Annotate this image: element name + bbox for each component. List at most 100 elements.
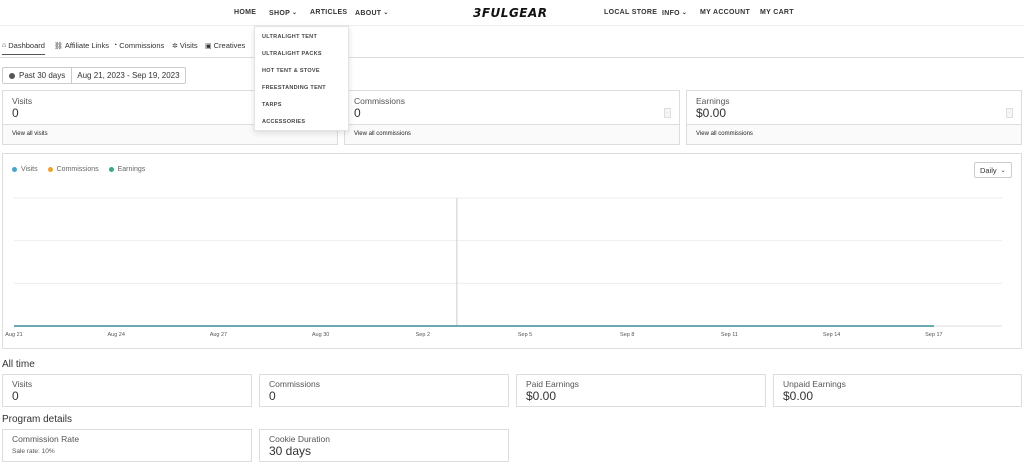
shop-menu-item[interactable]: TARPS: [262, 102, 282, 108]
shop-menu-item[interactable]: ULTRALIGHT TENT: [262, 34, 317, 40]
tab-dashboard[interactable]: ⌂ Dashboard: [2, 41, 45, 55]
nav-home[interactable]: HOME: [234, 9, 256, 16]
home-icon: ⌂: [2, 42, 7, 49]
site-logo[interactable]: 3FULGEAR: [473, 6, 548, 20]
all-time-commissions-label: Commissions: [269, 379, 321, 389]
nav-my-cart[interactable]: MY CART: [760, 9, 794, 16]
all-time-commissions-card: Commissions 0: [259, 374, 509, 407]
cookie-duration-card: Cookie Duration 30 days: [259, 429, 509, 462]
legend-item-commissions[interactable]: Commissions: [47, 166, 99, 173]
link-icon: ⛓: [54, 42, 63, 50]
chevron-down-icon: ⌄: [1000, 167, 1006, 174]
shop-menu-item[interactable]: ULTRALIGHT PACKS: [262, 51, 322, 57]
interval-select[interactable]: Daily ⌄: [974, 162, 1012, 178]
commission-rate-label: Commission Rate: [12, 434, 80, 444]
sparkle-icon: ✲: [172, 42, 178, 50]
x-tick-label: Sep 11: [721, 332, 738, 338]
commissions-card: Commissions 0 · View all commissions: [344, 90, 680, 145]
tab-affiliate-links[interactable]: ⛓ Affiliate Links: [54, 41, 109, 50]
all-time-visits-label: Visits: [12, 379, 33, 389]
visits-card-label: Visits: [12, 96, 33, 106]
all-time-visits-card: Visits 0: [2, 374, 252, 407]
commissions-card-value: 0: [354, 106, 361, 120]
x-tick-label: Sep 17: [925, 332, 942, 338]
paid-earnings-card: Paid Earnings $0.00: [516, 374, 766, 407]
nav-articles[interactable]: ARTICLES: [310, 9, 347, 16]
legend-dot: [108, 167, 114, 172]
cookie-duration-label: Cookie Duration: [269, 434, 330, 444]
interval-select-value: Daily: [980, 165, 997, 175]
x-tick-label: Sep 8: [620, 332, 634, 338]
pie-chart-icon: ◔: [113, 42, 118, 49]
tab-dashboard-label: Dashboard: [8, 41, 45, 50]
nav-info-label: INFO: [662, 10, 680, 17]
unpaid-earnings-card: Unpaid Earnings $0.00: [773, 374, 1022, 407]
earnings-card: Earnings $0.00 · View all commissions: [686, 90, 1022, 145]
nav-about[interactable]: ABOUT ⌄: [355, 9, 389, 17]
legend-item-earnings[interactable]: Earnings: [108, 166, 146, 173]
tab-visits[interactable]: ✲ Visits: [172, 41, 198, 50]
card-toggle-button[interactable]: ·: [664, 108, 671, 118]
shop-menu-item[interactable]: FREESTANDING TENT: [262, 85, 326, 91]
x-tick-label: Aug 21: [5, 332, 22, 338]
paid-earnings-label: Paid Earnings: [526, 379, 579, 389]
legend-label: Commissions: [56, 166, 99, 173]
tab-creatives-label: Creatives: [213, 41, 246, 50]
date-range-input[interactable]: Aug 21, 2023 - Sep 19, 2023: [72, 68, 184, 83]
commissions-card-footer: View all commissions: [345, 124, 679, 144]
tab-commissions[interactable]: ◔ Commissions: [113, 41, 164, 50]
visits-card-value: 0: [12, 106, 19, 120]
legend-label: Earnings: [117, 166, 146, 173]
x-tick-label: Sep 5: [518, 332, 532, 338]
chevron-down-icon: ⌄: [383, 10, 389, 16]
date-range-label: Past 30 days: [19, 71, 66, 80]
nav-shop-label: SHOP: [269, 10, 291, 17]
shop-menu-item[interactable]: HOT TENT & STOVE: [262, 68, 320, 74]
x-tick-label: Aug 27: [210, 332, 227, 338]
chevron-down-icon: ⌄: [292, 10, 298, 16]
unpaid-earnings-label: Unpaid Earnings: [783, 379, 846, 389]
top-navigation: HOME SHOP ⌄ ARTICLES ABOUT ⌄ 3FULGEAR LOCA…: [0, 0, 1024, 26]
cookie-duration-value: 30 days: [269, 444, 312, 458]
x-tick-label: Aug 30: [312, 332, 329, 338]
view-all-earnings-link[interactable]: View all commissions: [696, 131, 753, 137]
legend-dot: [12, 167, 17, 172]
legend-item-visits[interactable]: Visits: [12, 166, 38, 173]
activity-chart: Aug 21 Aug 24 Aug 27 Aug 30 Sep 2 Sep 5 Sep 8 S…: [5, 197, 1002, 338]
earnings-card-footer: View all commissions: [687, 124, 1021, 144]
date-filter[interactable]: Past 30 days Aug 21, 2023 - Sep 19, 2023: [2, 67, 186, 84]
commission-rate-card: Commission Rate Sale rate: 10%: [2, 429, 252, 462]
all-time-heading: All time: [2, 359, 35, 370]
nav-info[interactable]: INFO ⌄: [662, 9, 687, 17]
all-time-commissions-value: 0: [269, 389, 276, 403]
all-time-visits-value: 0: [12, 389, 19, 403]
x-tick-label: Aug 24: [107, 332, 124, 338]
nav-my-account[interactable]: MY ACCOUNT: [700, 9, 750, 16]
tab-affiliate-links-label: Affiliate Links: [64, 41, 109, 50]
chart-panel: Aug 21 Aug 24 Aug 27 Aug 30 Sep 2 Sep 5 Sep 8 S…: [2, 153, 1022, 349]
calendar-icon: [9, 72, 15, 79]
tab-creatives[interactable]: ▣ Creatives: [205, 41, 245, 50]
legend-label: Visits: [21, 166, 38, 173]
view-all-commissions-link[interactable]: View all commissions: [354, 131, 411, 137]
program-details-heading: Program details: [2, 414, 73, 425]
chevron-down-icon: ⌄: [681, 10, 688, 16]
card-toggle-button[interactable]: ·: [1006, 108, 1013, 118]
nav-local-store[interactable]: LOCAL STORE: [604, 9, 657, 16]
tab-commissions-label: Commissions: [119, 41, 165, 50]
tab-visits-label: Visits: [179, 41, 198, 50]
chart-legend: Visits Commissions Earnings: [12, 166, 155, 173]
view-all-visits-link[interactable]: View all visits: [12, 131, 48, 137]
paid-earnings-value: $0.00: [526, 389, 557, 403]
earnings-card-label: Earnings: [696, 96, 730, 106]
nav-shop[interactable]: SHOP ⌄: [269, 9, 297, 17]
earnings-card-value: $0.00: [696, 106, 727, 120]
nav-about-label: ABOUT: [355, 10, 382, 17]
x-tick-label: Sep 2: [416, 332, 430, 338]
shop-menu-item[interactable]: ACCESSORIES: [262, 119, 305, 125]
unpaid-earnings-value: $0.00: [783, 389, 814, 403]
date-range-selector[interactable]: Past 30 days: [3, 68, 73, 83]
commissions-card-label: Commissions: [354, 96, 406, 106]
x-tick-label: Sep 14: [823, 332, 840, 338]
image-icon: ▣: [205, 42, 212, 50]
